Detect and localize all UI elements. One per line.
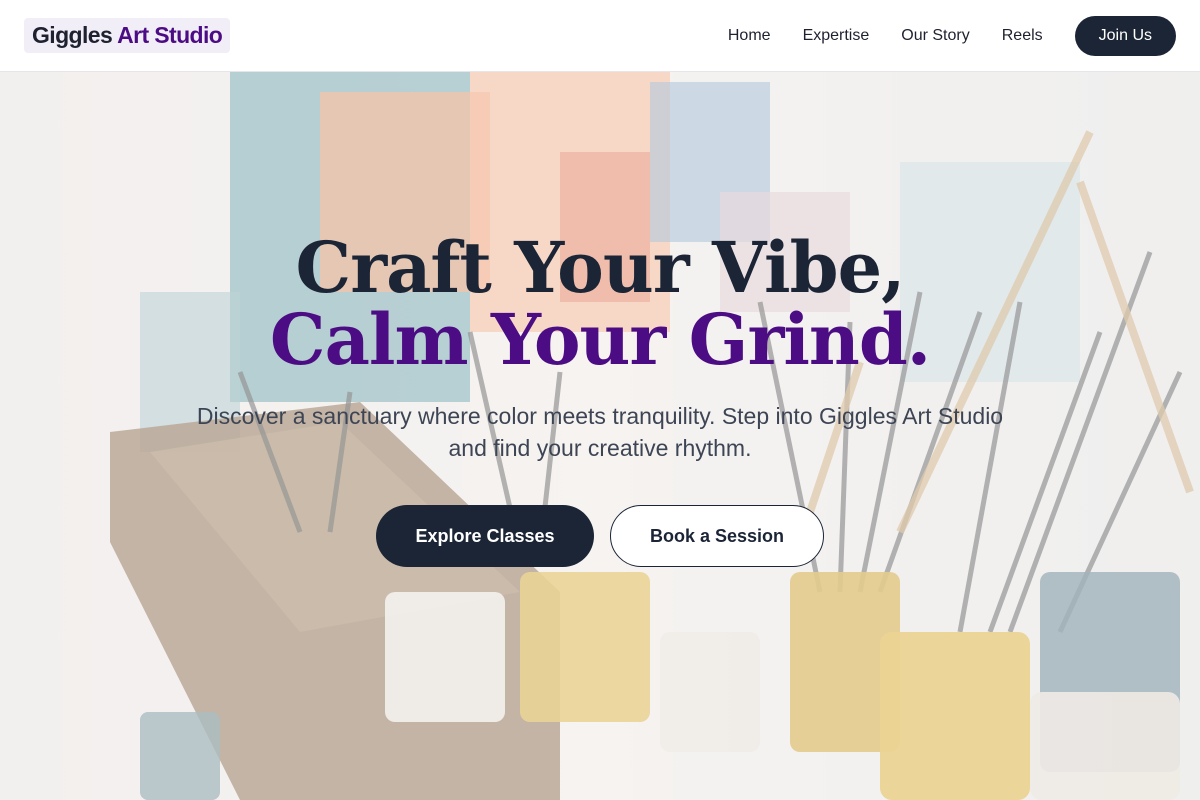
hero-content: Craft Your Vibe, Calm Your Grind. Discov… — [0, 72, 1200, 800]
site-header: Giggles Art Studio Home Expertise Our St… — [0, 0, 1200, 72]
join-us-button[interactable]: Join Us — [1074, 15, 1176, 56]
nav-link-expertise[interactable]: Expertise — [803, 27, 870, 45]
logo-text-primary: Giggles — [32, 22, 113, 48]
logo[interactable]: Giggles Art Studio — [24, 18, 231, 53]
nav-link-our-story[interactable]: Our Story — [901, 27, 969, 45]
hero-title-line1: Craft Your Vibe, — [295, 226, 905, 309]
nav-link-home[interactable]: Home — [728, 27, 771, 45]
explore-classes-button[interactable]: Explore Classes — [376, 505, 594, 567]
hero-subtitle: Discover a sanctuary where color meets t… — [196, 403, 1004, 461]
main-nav: Home Expertise Our Story Reels Join Us — [728, 15, 1176, 56]
nav-link-reels[interactable]: Reels — [1002, 27, 1043, 45]
hero-actions: Explore Classes Book a Session — [0, 505, 1200, 567]
book-session-button[interactable]: Book a Session — [610, 505, 824, 567]
logo-text-accent: Art Studio — [117, 22, 223, 48]
hero-title-line2: Calm Your Grind. — [269, 298, 931, 381]
